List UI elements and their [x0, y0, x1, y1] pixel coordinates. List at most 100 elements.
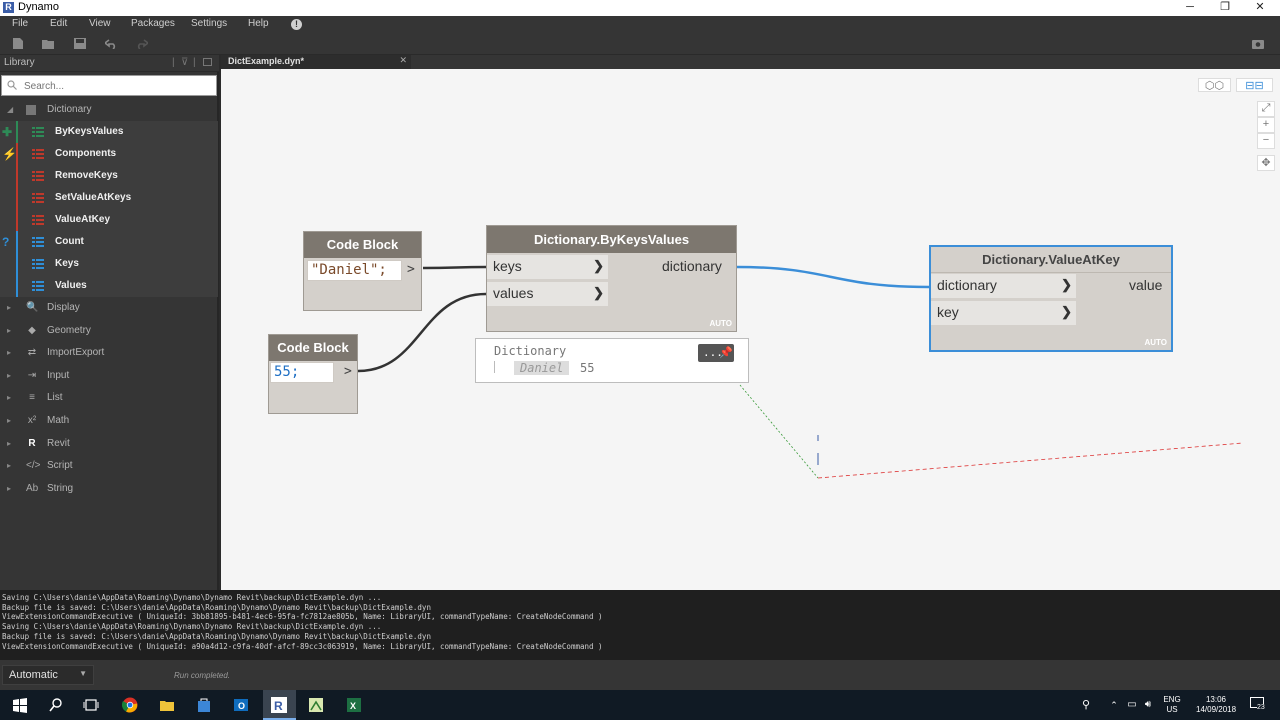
category-math[interactable]: ▸ x² Math [0, 410, 218, 432]
system-clock[interactable]: 13:06 14/09/2018 [1196, 695, 1236, 715]
file-explorer-icon[interactable] [159, 697, 175, 713]
screenshot-icon[interactable] [1252, 38, 1264, 49]
detail-icon[interactable]: | [193, 57, 196, 68]
code-input[interactable]: "Daniel"; [307, 260, 402, 281]
excel-icon[interactable]: X [346, 697, 362, 713]
library-layout-icon[interactable]: | [172, 57, 175, 68]
dynamo-logo-icon: R [3, 2, 14, 13]
category-list[interactable]: ▸ ≡ List [0, 387, 218, 409]
library-item-valueatkey[interactable]: ValueAtKey [0, 209, 218, 231]
open-file-icon[interactable] [42, 38, 54, 49]
value-at-key-node[interactable]: Dictionary.ValueAtKey dictionary ❯ key ❯… [929, 245, 1173, 352]
group-stripe [16, 275, 18, 297]
output-port-value[interactable]: value [1123, 274, 1173, 298]
input-port-dictionary[interactable]: dictionary ❯ [931, 274, 1076, 298]
library-item-components[interactable]: ⚡ Components [0, 143, 218, 165]
menu-packages[interactable]: Packages [131, 18, 175, 29]
outlook-icon[interactable]: O [233, 697, 249, 713]
run-mode-select[interactable]: Automatic ▼ [2, 665, 94, 685]
new-file-icon[interactable] [12, 38, 24, 49]
workspace-canvas[interactable]: Code Block "Daniel"; > Code Block 55; > … [221, 69, 1280, 590]
input-port-values[interactable]: values ❯ [487, 282, 608, 306]
action-center-button[interactable]: 23 [1250, 697, 1268, 713]
port-label: keys [493, 258, 522, 274]
geometry-view-toggle[interactable]: ⬡⬡ [1198, 78, 1231, 92]
preview-menu-button[interactable]: ... 📌 [698, 344, 734, 362]
code-input[interactable]: 55; [270, 362, 334, 383]
dynamo-studio-icon[interactable] [308, 697, 324, 713]
graph-view-toggle[interactable]: ⊟⊟ [1236, 78, 1273, 92]
tree-line [494, 361, 495, 373]
search-input[interactable] [24, 78, 214, 94]
tab-dictexample[interactable]: DictExample.dyn* ✕ [221, 55, 411, 69]
volume-icon[interactable]: 🔊︎ [1140, 697, 1156, 713]
pan-icon: ✥ [1261, 157, 1271, 169]
category-display[interactable]: ▸ 🔍 Display [0, 297, 218, 319]
preview-key: Daniel [514, 361, 570, 375]
category-importexport[interactable]: ▸ ⇄ ImportExport [0, 342, 218, 364]
revit-taskbar-button[interactable]: R [263, 690, 296, 720]
category-script[interactable]: ▸ </> Script [0, 455, 218, 477]
notifications-icon[interactable]: ! [291, 19, 302, 30]
expand-arrow-icon: ▸ [7, 370, 12, 380]
zoom-to-fit-button[interactable]: ⤢ [1257, 101, 1275, 117]
minimize-button[interactable]: ─ [1173, 0, 1207, 16]
restore-button[interactable]: ❐ [1208, 0, 1242, 16]
chrome-icon[interactable] [122, 697, 138, 713]
menu-view[interactable]: View [89, 18, 111, 29]
console-line: ViewExtensionCommandExecutive ( UniqueId… [2, 612, 603, 622]
filter-icon[interactable]: ⊽ [181, 57, 188, 68]
close-tab-icon[interactable]: ✕ [399, 55, 407, 66]
tray-chevron-icon[interactable]: ⌃ [1106, 697, 1122, 713]
output-port[interactable]: > [407, 262, 415, 277]
lacing-badge: AUTO [709, 319, 732, 328]
library-item-setvalueatkeys[interactable]: SetValueAtKeys [0, 187, 218, 209]
clock-time: 13:06 [1205, 695, 1227, 704]
node-icon [32, 171, 44, 181]
redo-icon[interactable] [136, 38, 148, 49]
console-output: Saving C:\Users\danie\AppData\Roaming\Dy… [0, 590, 1280, 660]
library-item-values[interactable]: Values [0, 275, 218, 297]
library-view-icon[interactable] [203, 58, 212, 66]
save-icon[interactable] [74, 38, 86, 49]
port-label: dictionary [662, 258, 722, 274]
input-language[interactable]: ENG US [1162, 695, 1182, 715]
group-stripe [16, 165, 18, 187]
undo-icon[interactable] [105, 38, 117, 49]
store-icon[interactable] [196, 697, 212, 713]
library-item-bykeysvalues[interactable]: ✚ ByKeysValues [0, 121, 218, 143]
input-port-key[interactable]: key ❯ [931, 301, 1076, 325]
input-port-keys[interactable]: keys ❯ [487, 255, 608, 279]
windows-start-icon[interactable] [12, 697, 28, 713]
library-search[interactable] [1, 75, 217, 96]
close-button[interactable]: ✕ [1243, 0, 1277, 16]
preview-bubble[interactable]: Dictionary Daniel 55 ... 📌 [475, 338, 749, 383]
by-keys-values-node[interactable]: Dictionary.ByKeysValues keys ❯ values ❯ … [486, 225, 737, 332]
menu-edit[interactable]: Edit [50, 18, 67, 29]
category-dictionary[interactable]: ◢ Dictionary [0, 99, 218, 121]
search-icon[interactable] [48, 697, 64, 713]
code-block-node-2[interactable]: Code Block 55; > [268, 334, 358, 414]
menu-settings[interactable]: Settings [191, 18, 227, 29]
library-title: Library [4, 57, 35, 68]
menu-file[interactable]: File [12, 18, 28, 29]
category-string[interactable]: ▸ Ab String [0, 478, 218, 500]
pan-button[interactable]: ✥ [1257, 155, 1275, 171]
menu-help[interactable]: Help [248, 18, 269, 29]
zoom-out-button[interactable]: − [1257, 133, 1275, 149]
network-icon[interactable]: ▭ [1124, 697, 1140, 713]
task-view-icon[interactable] [83, 697, 99, 713]
library-item-removekeys[interactable]: RemoveKeys [0, 165, 218, 187]
category-geometry[interactable]: ▸ ◆ Geometry [0, 320, 218, 342]
window-title: Dynamo [18, 1, 59, 13]
output-port[interactable]: > [344, 364, 352, 379]
people-icon[interactable]: ⚲ [1078, 697, 1094, 713]
wire-dictionary-selected [736, 265, 930, 289]
zoom-in-button[interactable]: + [1257, 117, 1275, 133]
code-block-node-1[interactable]: Code Block "Daniel"; > [303, 231, 422, 311]
library-item-keys[interactable]: Keys [0, 253, 218, 275]
output-port-dictionary[interactable]: dictionary [654, 255, 737, 279]
category-revit[interactable]: ▸ R Revit [0, 433, 218, 455]
category-input[interactable]: ▸ ⇥ Input [0, 365, 218, 387]
library-item-count[interactable]: ? Count [0, 231, 218, 253]
